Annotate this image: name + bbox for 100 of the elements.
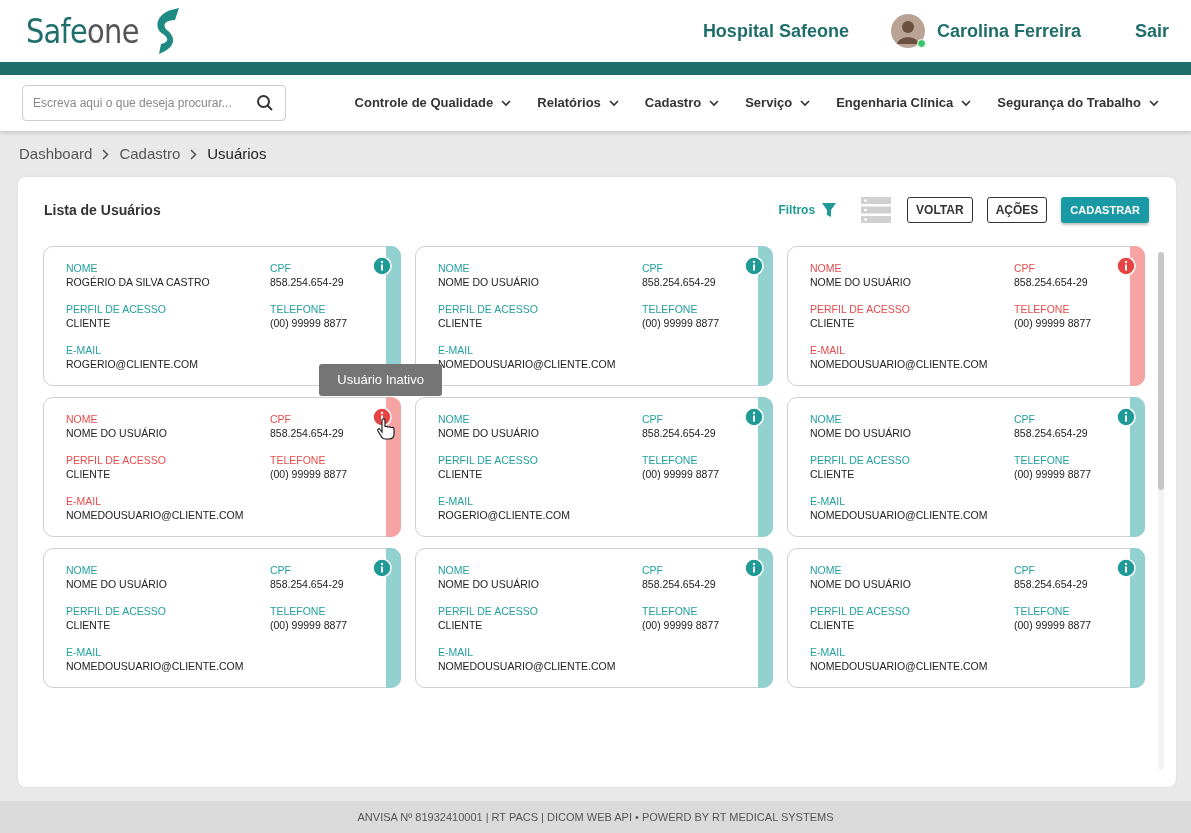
field-value: 858.254.654-29 bbox=[642, 426, 717, 440]
field-value: NOME DO USUÁRIO bbox=[810, 275, 912, 289]
field-label: NOME bbox=[438, 261, 471, 275]
panel-title: Lista de Usuários bbox=[44, 200, 161, 220]
chevron-right-icon bbox=[190, 148, 198, 160]
field-value: (00) 99999 8877 bbox=[1014, 618, 1093, 632]
field-value: NOMEDOUSUARIO@CLIENTE.COM bbox=[66, 659, 245, 673]
field-value: NOME DO USUÁRIO bbox=[438, 275, 540, 289]
menu-item[interactable]: Relatórios bbox=[537, 93, 619, 113]
user-card[interactable]: NOME NOME DO USUÁRIO CPF 858.254.654-29 PERFIL DE ACESSO CLIENTE TELEFONE (00) 99999 8877 E-MAIL ROGERIO@CLIENTE.COM bbox=[415, 397, 773, 537]
field-value: NOMEDOUSUARIO@CLIENTE.COM bbox=[810, 659, 989, 673]
menu-item[interactable]: Serviço bbox=[745, 93, 811, 113]
field-label: E-MAIL bbox=[438, 343, 474, 357]
field-label: NOME bbox=[438, 563, 471, 577]
breadcrumb-link[interactable]: Cadastro bbox=[119, 142, 181, 166]
scrollbar-thumb[interactable] bbox=[1158, 252, 1164, 490]
field-value: 858.254.654-29 bbox=[642, 275, 717, 289]
field-label: CPF bbox=[270, 261, 292, 275]
field-label: CPF bbox=[1014, 563, 1036, 577]
field-label: TELEFONE bbox=[270, 453, 327, 467]
field-value: NOME DO USUÁRIO bbox=[438, 577, 540, 591]
field-label: PERFIL DE ACESSO bbox=[66, 453, 167, 467]
menu-item[interactable]: Segurança do Trabalho bbox=[997, 93, 1159, 113]
field-label: NOME bbox=[810, 412, 843, 426]
field-label: NOME bbox=[66, 261, 99, 275]
field-label: E-MAIL bbox=[438, 645, 474, 659]
field-label: PERFIL DE ACESSO bbox=[438, 604, 539, 618]
footer-text: ANVISA Nº 81932410001 | RT PACS | DICOM WEB API • POWERD BY RT MEDICAL SYSTEMS bbox=[357, 809, 834, 825]
field-value: (00) 99999 8877 bbox=[1014, 316, 1093, 330]
field-value: 858.254.654-29 bbox=[1014, 426, 1089, 440]
chevron-down-icon bbox=[1149, 99, 1159, 107]
field-value: CLIENTE bbox=[66, 316, 112, 330]
field-value: (00) 99999 8877 bbox=[270, 618, 349, 632]
field-label: NOME bbox=[810, 563, 843, 577]
chevron-down-icon bbox=[608, 99, 619, 107]
field-label: PERFIL DE ACESSO bbox=[810, 604, 911, 618]
field-label: TELEFONE bbox=[1014, 302, 1071, 316]
field-value: CLIENTE bbox=[438, 618, 484, 632]
logout-link[interactable]: Sair bbox=[1134, 17, 1169, 45]
field-label: CPF bbox=[1014, 261, 1036, 275]
user-card[interactable]: NOME NOME DO USUÁRIO CPF 858.254.654-29 PERFIL DE ACESSO CLIENTE TELEFONE (00) 99999 8877 E-MAIL NOMEDOUSUARIO@CLIENTE.COM bbox=[787, 548, 1145, 688]
field-label: TELEFONE bbox=[642, 453, 699, 467]
field-value: (00) 99999 8877 bbox=[270, 467, 349, 481]
field-value: NOME DO USUÁRIO bbox=[810, 577, 912, 591]
action-button[interactable]: AÇÕES bbox=[986, 197, 1048, 223]
avatar bbox=[890, 14, 925, 48]
field-value: ROGÉRIO DA SILVA CASTRO bbox=[66, 275, 211, 289]
field-label: NOME bbox=[66, 563, 99, 577]
field-label: CPF bbox=[642, 412, 664, 426]
menu-item[interactable]: Cadastro bbox=[644, 93, 720, 113]
field-value: 858.254.654-29 bbox=[1014, 275, 1089, 289]
field-value: NOME DO USUÁRIO bbox=[66, 426, 168, 440]
field-label: E-MAIL bbox=[810, 645, 846, 659]
menu-item[interactable]: Engenharia Clínica bbox=[836, 93, 972, 113]
user-card[interactable]: NOME NOME DO USUÁRIO CPF 858.254.654-29 PERFIL DE ACESSO CLIENTE TELEFONE (00) 99999 8877 E-MAIL NOMEDOUSUARIO@CLIENTE.COM bbox=[415, 548, 773, 688]
field-value: CLIENTE bbox=[66, 467, 112, 481]
field-label: E-MAIL bbox=[810, 343, 846, 357]
chevron-down-icon bbox=[961, 99, 972, 107]
field-value: (00) 99999 8877 bbox=[642, 467, 721, 481]
field-value: NOMEDOUSUARIO@CLIENTE.COM bbox=[438, 659, 617, 673]
field-label: E-MAIL bbox=[66, 494, 102, 508]
pointer-hand-icon bbox=[377, 418, 395, 440]
field-value: 858.254.654-29 bbox=[1014, 577, 1089, 591]
field-label: CPF bbox=[642, 563, 664, 577]
action-button[interactable]: VOLTAR bbox=[907, 197, 973, 223]
field-label: NOME bbox=[66, 412, 99, 426]
field-value: 858.254.654-29 bbox=[270, 426, 345, 440]
field-label: TELEFONE bbox=[1014, 453, 1071, 467]
field-label: E-MAIL bbox=[66, 343, 102, 357]
field-value: NOMEDOUSUARIO@CLIENTE.COM bbox=[810, 357, 989, 371]
field-value: 858.254.654-29 bbox=[270, 577, 345, 591]
field-label: CPF bbox=[270, 412, 292, 426]
chevron-down-icon bbox=[501, 99, 512, 107]
field-value: CLIENTE bbox=[810, 618, 856, 632]
field-value: NOME DO USUÁRIO bbox=[810, 426, 912, 440]
user-card[interactable]: NOME NOME DO USUÁRIO CPF 858.254.654-29 PERFIL DE ACESSO CLIENTE TELEFONE (00) 99999 8877 E-MAIL NOMEDOUSUARIO@CLIENTE.COM bbox=[787, 246, 1145, 386]
user-card[interactable]: NOME NOME DO USUÁRIO CPF 858.254.654-29 PERFIL DE ACESSO CLIENTE TELEFONE (00) 99999 8877 E-MAIL NOMEDOUSUARIO@CLIENTE.COM bbox=[43, 548, 401, 688]
tooltip: Usuário Inativo bbox=[319, 364, 442, 396]
logo-wordmark: Safeone bbox=[26, 14, 139, 48]
search-icon[interactable] bbox=[256, 94, 274, 112]
search-field[interactable]: Escreva aqui o que deseja procurar... bbox=[22, 85, 286, 121]
field-label: TELEFONE bbox=[642, 604, 699, 618]
field-label: TELEFONE bbox=[642, 302, 699, 316]
field-value: (00) 99999 8877 bbox=[270, 316, 349, 330]
chevron-right-icon bbox=[102, 148, 110, 160]
field-label: NOME bbox=[810, 261, 843, 275]
hospital-name: Hospital Safeone bbox=[702, 19, 849, 43]
filter-icon bbox=[821, 202, 838, 218]
field-value: CLIENTE bbox=[810, 316, 856, 330]
field-value: NOMEDOUSUARIO@CLIENTE.COM bbox=[810, 508, 989, 522]
field-label: TELEFONE bbox=[270, 604, 327, 618]
chevron-down-icon bbox=[800, 99, 811, 107]
field-label: E-MAIL bbox=[810, 494, 846, 508]
user-card[interactable]: NOME NOME DO USUÁRIO CPF 858.254.654-29 PERFIL DE ACESSO CLIENTE TELEFONE (00) 99999 8877 E-MAIL NOMEDOUSUARIO@CLIENTE.COM bbox=[787, 397, 1145, 537]
field-value: (00) 99999 8877 bbox=[642, 316, 721, 330]
field-value: NOME DO USUÁRIO bbox=[66, 577, 168, 591]
breadcrumb-link[interactable]: Dashboard bbox=[19, 142, 93, 166]
menu-item[interactable]: Controle de Qualidade bbox=[354, 93, 512, 113]
field-label: CPF bbox=[270, 563, 292, 577]
field-label: TELEFONE bbox=[270, 302, 327, 316]
